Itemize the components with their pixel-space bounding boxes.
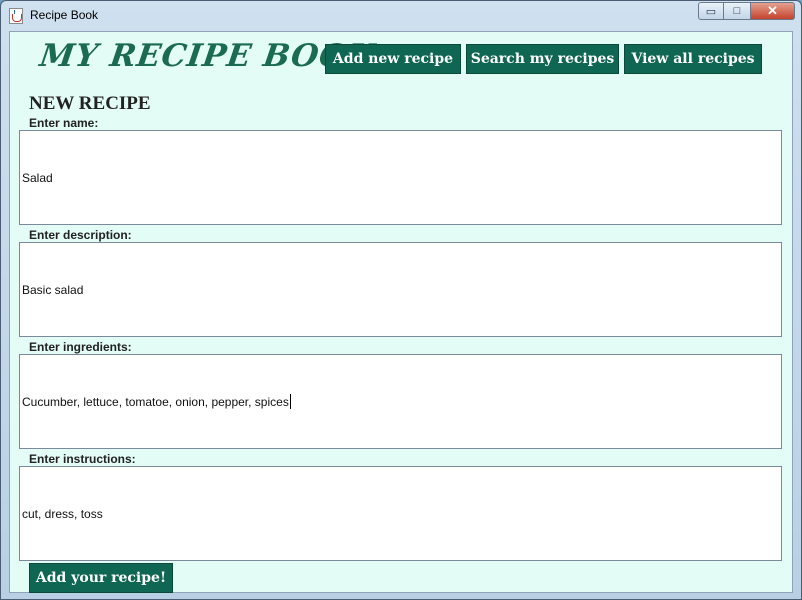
name-value: Salad xyxy=(22,170,53,185)
page-title: NEW RECIPE xyxy=(29,93,151,114)
add-new-recipe-button[interactable]: Add new recipe xyxy=(325,44,461,74)
window-title: Recipe Book xyxy=(30,8,99,22)
app-window: Recipe Book ▭ □ ✕ MY RECIPE BOOK Add new… xyxy=(0,0,802,600)
view-all-recipes-button[interactable]: View all recipes xyxy=(624,44,762,74)
close-button[interactable]: ✕ xyxy=(750,2,795,20)
search-recipes-button[interactable]: Search my recipes xyxy=(466,44,619,74)
minimize-button[interactable]: ▭ xyxy=(698,2,724,20)
name-field[interactable]: Salad xyxy=(19,130,782,225)
maximize-button[interactable]: □ xyxy=(724,2,750,20)
description-value: Basic salad xyxy=(22,282,84,297)
instructions-label: Enter instructions: xyxy=(29,452,136,466)
ingredients-value: Cucumber, lettuce, tomatoe, onion, peppe… xyxy=(22,394,289,409)
instructions-value: cut, dress, toss xyxy=(22,506,103,521)
add-recipe-button[interactable]: Add your recipe! xyxy=(29,563,173,593)
description-label: Enter description: xyxy=(29,228,132,242)
ingredients-label: Enter ingredients: xyxy=(29,340,132,354)
ingredients-field[interactable]: Cucumber, lettuce, tomatoe, onion, peppe… xyxy=(19,354,782,449)
content-panel: MY RECIPE BOOK Add new recipe Search my … xyxy=(9,31,793,593)
title-bar[interactable]: Recipe Book ▭ □ ✕ xyxy=(1,1,801,30)
java-app-icon xyxy=(9,8,23,24)
text-caret xyxy=(289,394,291,409)
window-controls: ▭ □ ✕ xyxy=(698,2,795,20)
instructions-field[interactable]: cut, dress, toss xyxy=(19,466,782,561)
name-label: Enter name: xyxy=(29,116,99,130)
description-field[interactable]: Basic salad xyxy=(19,242,782,337)
